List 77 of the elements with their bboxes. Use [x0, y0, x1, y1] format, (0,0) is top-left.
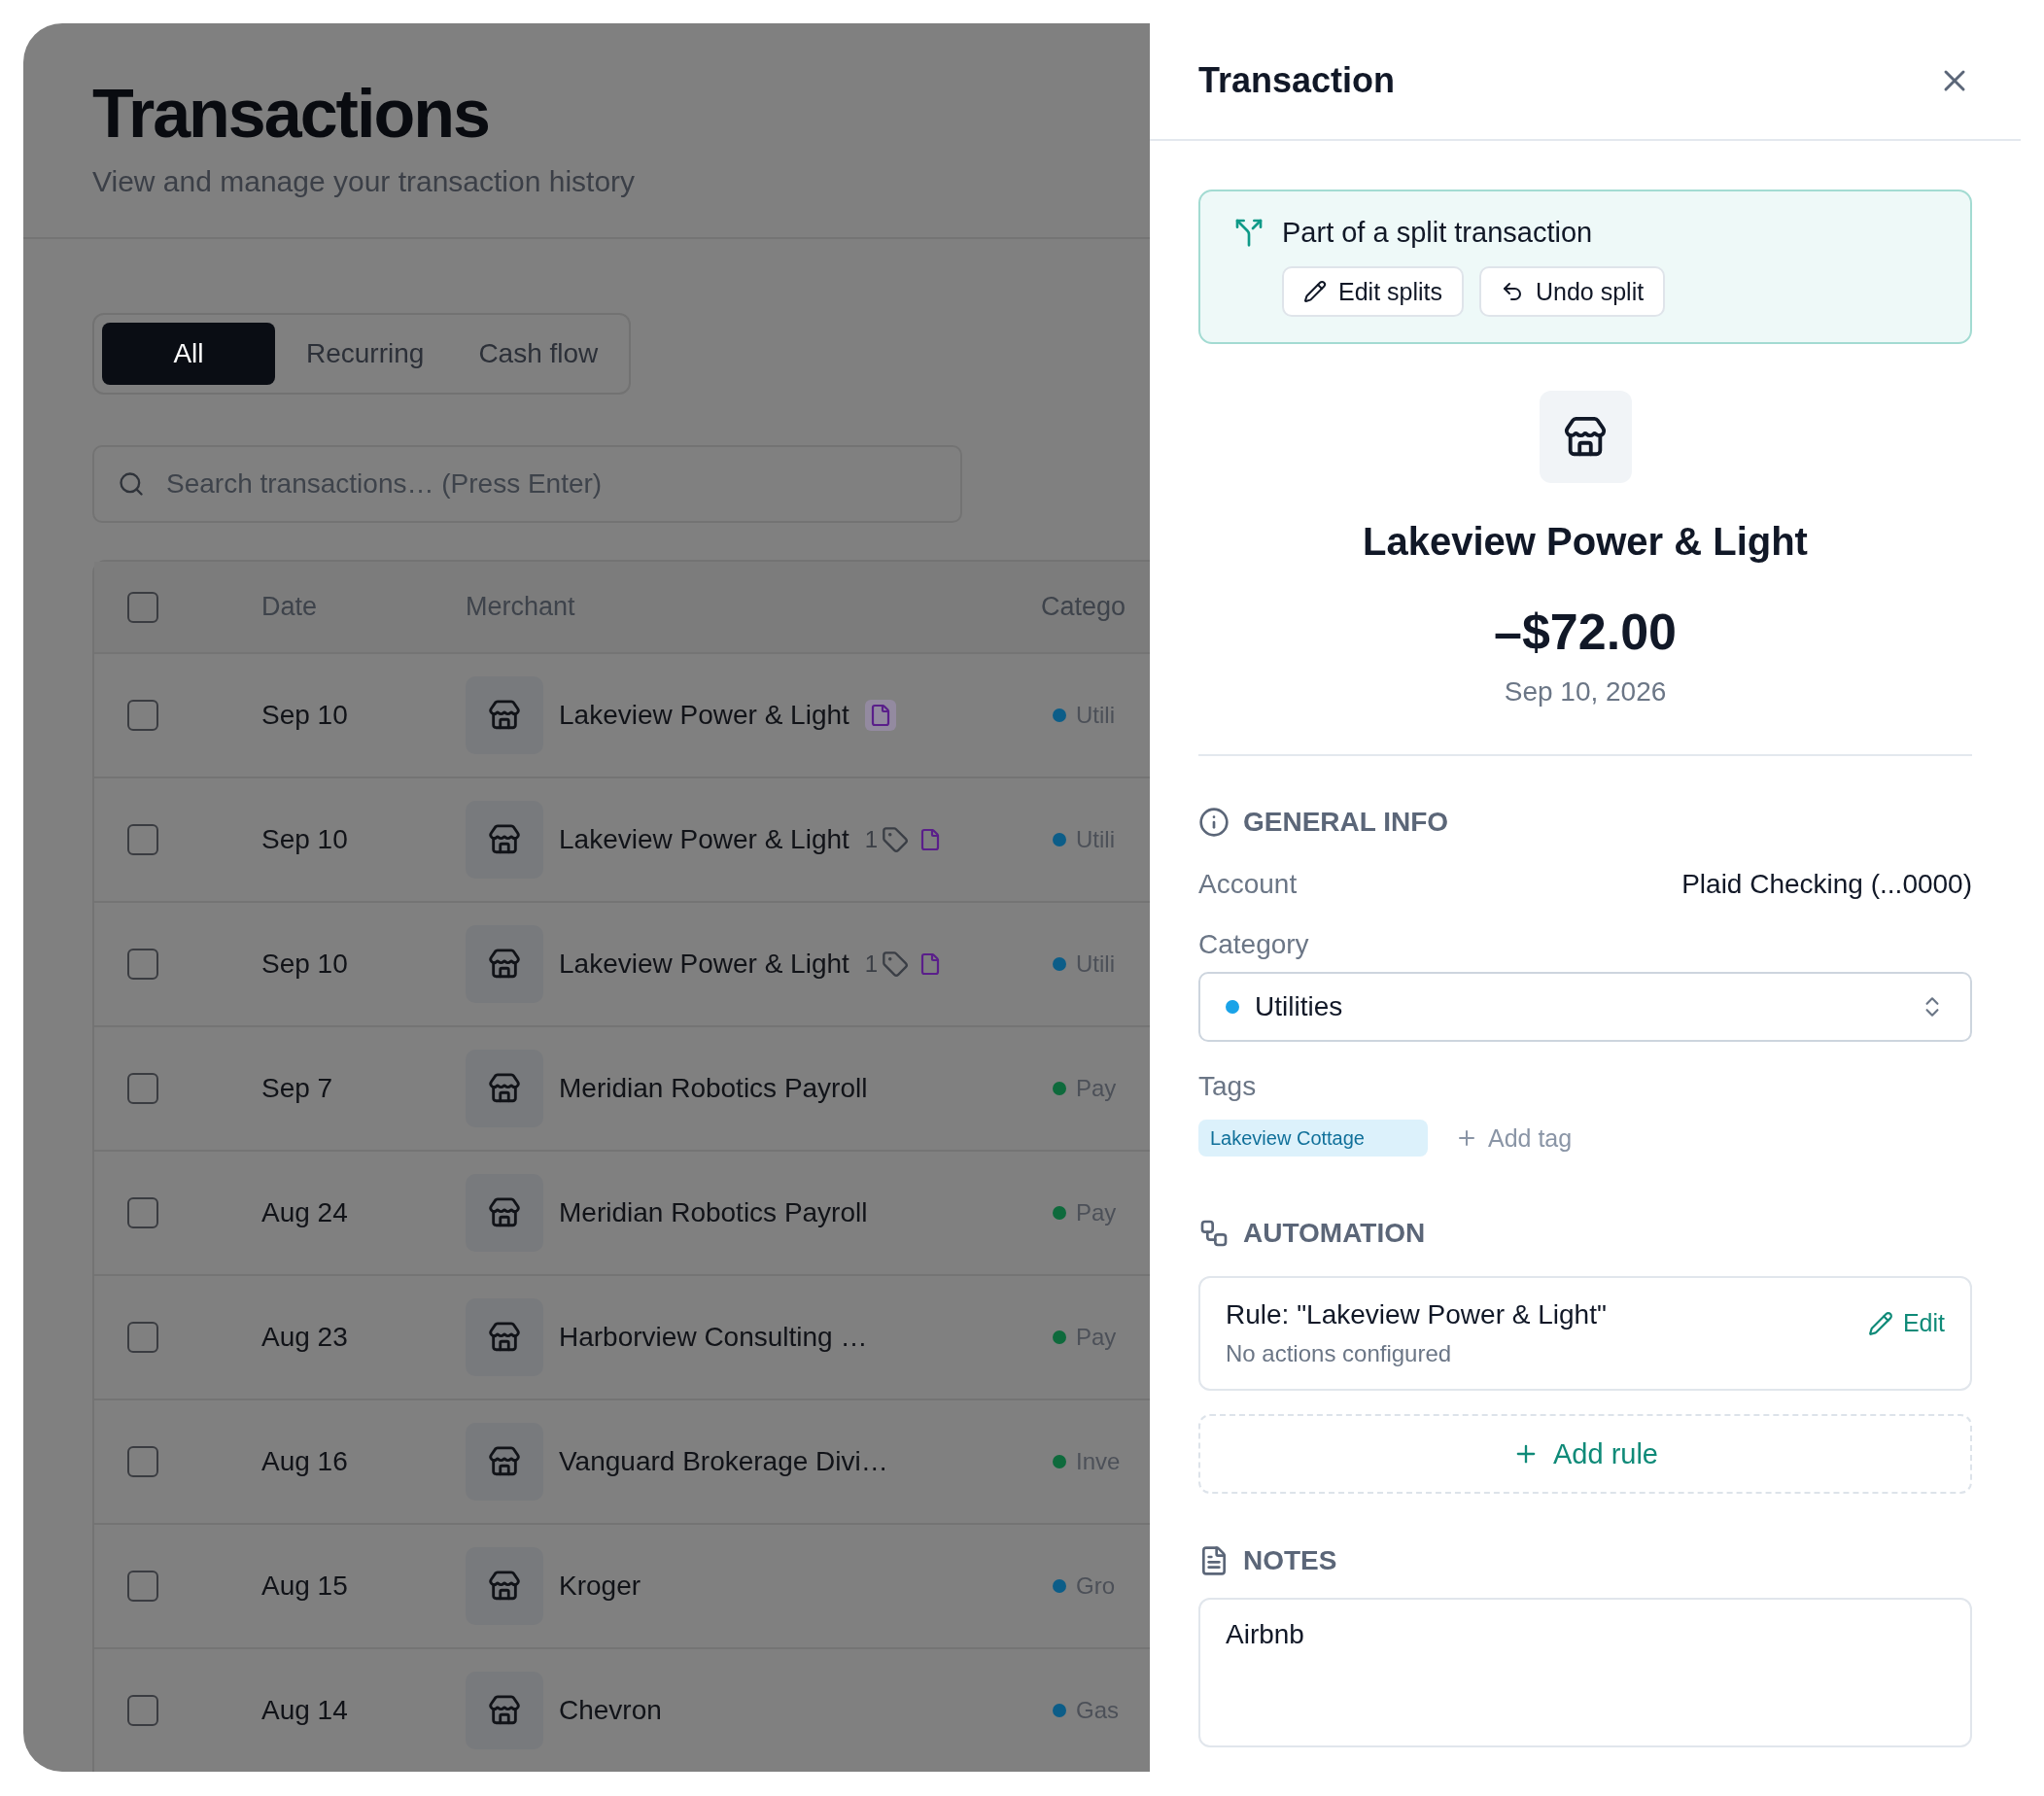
row-checkbox[interactable] — [127, 1322, 158, 1353]
merchant-cell: Chevron — [559, 1695, 662, 1726]
merchant-cell: Meridian Robotics Payroll — [559, 1073, 868, 1104]
section-heading: GENERAL INFO — [1243, 807, 1449, 838]
notes-field[interactable]: Airbnb — [1198, 1598, 1972, 1747]
search-icon — [118, 470, 145, 498]
tag-icon — [882, 950, 910, 978]
date-cell-text: Aug 14 — [261, 1695, 349, 1726]
edit-splits-button[interactable]: Edit splits — [1282, 266, 1464, 317]
date-cell-text: Sep 10 — [261, 949, 349, 980]
date-cell-text: Aug 16 — [261, 1446, 349, 1477]
store-icon — [488, 1570, 521, 1603]
undo-split-button[interactable]: Undo split — [1479, 266, 1666, 317]
date-cell-text: Aug 24 — [261, 1197, 349, 1228]
row-checkbox[interactable] — [127, 1695, 158, 1726]
transaction-date: Sep 10, 2026 — [1504, 676, 1667, 708]
merchant-cell: Vanguard Brokerage Divi… — [559, 1446, 888, 1477]
field-label: Category — [1198, 929, 1310, 960]
section-heading: NOTES — [1243, 1545, 1337, 1576]
row-checkbox[interactable] — [127, 1197, 158, 1228]
date-cell-text: Sep 7 — [261, 1073, 334, 1104]
tag-count: 1 — [864, 826, 879, 853]
store-icon — [488, 1694, 521, 1727]
row-checkbox[interactable] — [127, 1073, 158, 1104]
column-header: Catego — [1041, 592, 1127, 622]
tag-count: 1 — [864, 950, 879, 978]
store-icon — [488, 699, 521, 732]
search-field[interactable]: Search transactions… (Press Enter) — [92, 445, 962, 523]
store-icon — [488, 1321, 521, 1354]
store-icon — [488, 948, 521, 981]
field-label: Tags — [1198, 1071, 1258, 1102]
view-tab[interactable]: All — [102, 323, 275, 385]
pencil-icon — [1867, 1310, 1893, 1336]
account-value: Plaid Checking (...0000) — [1681, 869, 1972, 900]
merchant-cell: Lakeview Power & Light — [559, 949, 849, 980]
tag-chip: Lakeview Cottage — [1198, 1120, 1428, 1157]
page-subtitle: View and manage your transaction history — [92, 165, 637, 198]
store-icon — [488, 1445, 521, 1478]
add-rule-button[interactable]: Add rule — [1198, 1414, 1972, 1494]
row-checkbox[interactable] — [127, 824, 158, 855]
workflow-icon — [1198, 1218, 1230, 1249]
pencil-icon — [1303, 280, 1327, 303]
rule-title: Rule: "Lakeview Power & Light" — [1226, 1299, 1607, 1330]
merchant-cell: Meridian Robotics Payroll — [559, 1197, 868, 1228]
column-header: Date — [261, 592, 319, 622]
store-icon — [488, 823, 521, 856]
split-icon — [1233, 217, 1265, 248]
row-checkbox[interactable] — [127, 949, 158, 980]
column-header: Merchant — [466, 592, 576, 622]
row-checkbox[interactable] — [127, 1446, 158, 1477]
tag-icon — [882, 826, 910, 853]
category-select[interactable]: Utilities — [1198, 972, 1972, 1042]
search-input[interactable]: Search transactions… (Press Enter) — [164, 467, 937, 501]
undo-icon — [1501, 280, 1524, 303]
page-title: Transactions — [92, 80, 490, 148]
select-all-checkbox[interactable] — [127, 591, 158, 623]
store-icon — [488, 1072, 521, 1105]
row-checkbox[interactable] — [127, 700, 158, 731]
store-icon — [488, 1196, 521, 1229]
date-cell-text: Aug 23 — [261, 1322, 349, 1353]
section-heading: AUTOMATION — [1243, 1218, 1426, 1249]
date-cell-text: Aug 15 — [261, 1571, 349, 1602]
date-cell-text: Sep 10 — [261, 824, 349, 855]
merchant-cell: Lakeview Power & Light — [559, 824, 849, 855]
info-icon — [1198, 807, 1230, 838]
row-checkbox[interactable] — [127, 1571, 158, 1602]
rule-subtitle: No actions configured — [1226, 1340, 1453, 1367]
merchant-cell: Lakeview Power & Light — [559, 700, 849, 731]
date-cell-text: Sep 10 — [261, 700, 349, 731]
field-label: Account — [1198, 869, 1298, 900]
merchant-cell: Harborview Consulting … — [559, 1322, 868, 1353]
split-text: Part of a split transaction — [1282, 217, 1594, 249]
amount: –$72.00 — [1494, 603, 1677, 661]
merchant-name: Lakeview Power & Light — [1363, 520, 1808, 564]
merchant-cell: Kroger — [559, 1571, 641, 1602]
edit-rule-button[interactable]: Edit — [1867, 1309, 1945, 1337]
panel-title: Transaction — [1198, 59, 1396, 101]
